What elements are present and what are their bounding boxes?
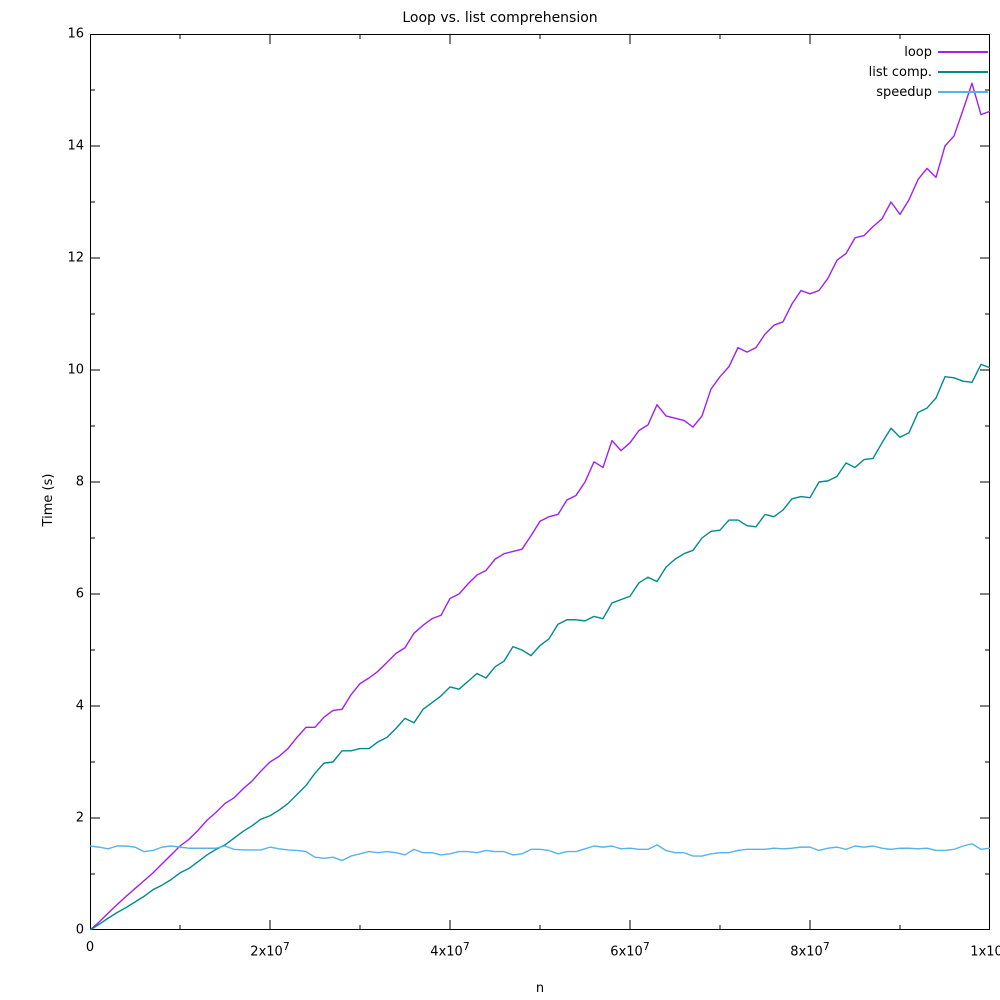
legend-item-loop: loop xyxy=(869,42,988,62)
x-tick-label: 2x107 xyxy=(250,940,289,959)
y-tick-label: 16 xyxy=(67,27,84,42)
plot-svg xyxy=(90,34,990,930)
x-tick-row: 02x1074x1076x1078x1071x108 xyxy=(90,940,990,960)
y-tick-label: 2 xyxy=(76,811,84,826)
x-axis-label: n xyxy=(90,981,990,996)
y-tick-label: 6 xyxy=(76,587,84,602)
y-tick-label: 14 xyxy=(67,139,84,154)
x-tick-label: 1x108 xyxy=(970,940,1000,959)
legend-item-speedup: speedup xyxy=(869,82,988,102)
legend-swatch xyxy=(938,71,988,73)
x-tick-label: 6x107 xyxy=(610,940,649,959)
plot-area xyxy=(90,34,990,930)
legend-label: list comp. xyxy=(869,65,932,80)
legend: loop list comp. speedup xyxy=(869,42,988,102)
y-tick-col: 0246810121416 xyxy=(0,34,84,930)
chart-title: Loop vs. list comprehension xyxy=(0,10,1000,26)
y-tick-label: 12 xyxy=(67,251,84,266)
x-tick-label: 4x107 xyxy=(430,940,469,959)
legend-label: speedup xyxy=(876,85,932,100)
y-tick-label: 10 xyxy=(67,363,84,378)
y-tick-label: 8 xyxy=(76,475,84,490)
legend-label: loop xyxy=(904,45,932,60)
y-tick-label: 0 xyxy=(76,923,84,938)
legend-item-listcomp: list comp. xyxy=(869,62,988,82)
y-tick-label: 4 xyxy=(76,699,84,714)
x-tick-label: 8x107 xyxy=(790,940,829,959)
legend-swatch xyxy=(938,51,988,53)
legend-swatch xyxy=(938,91,988,93)
x-tick-label: 0 xyxy=(86,940,94,955)
